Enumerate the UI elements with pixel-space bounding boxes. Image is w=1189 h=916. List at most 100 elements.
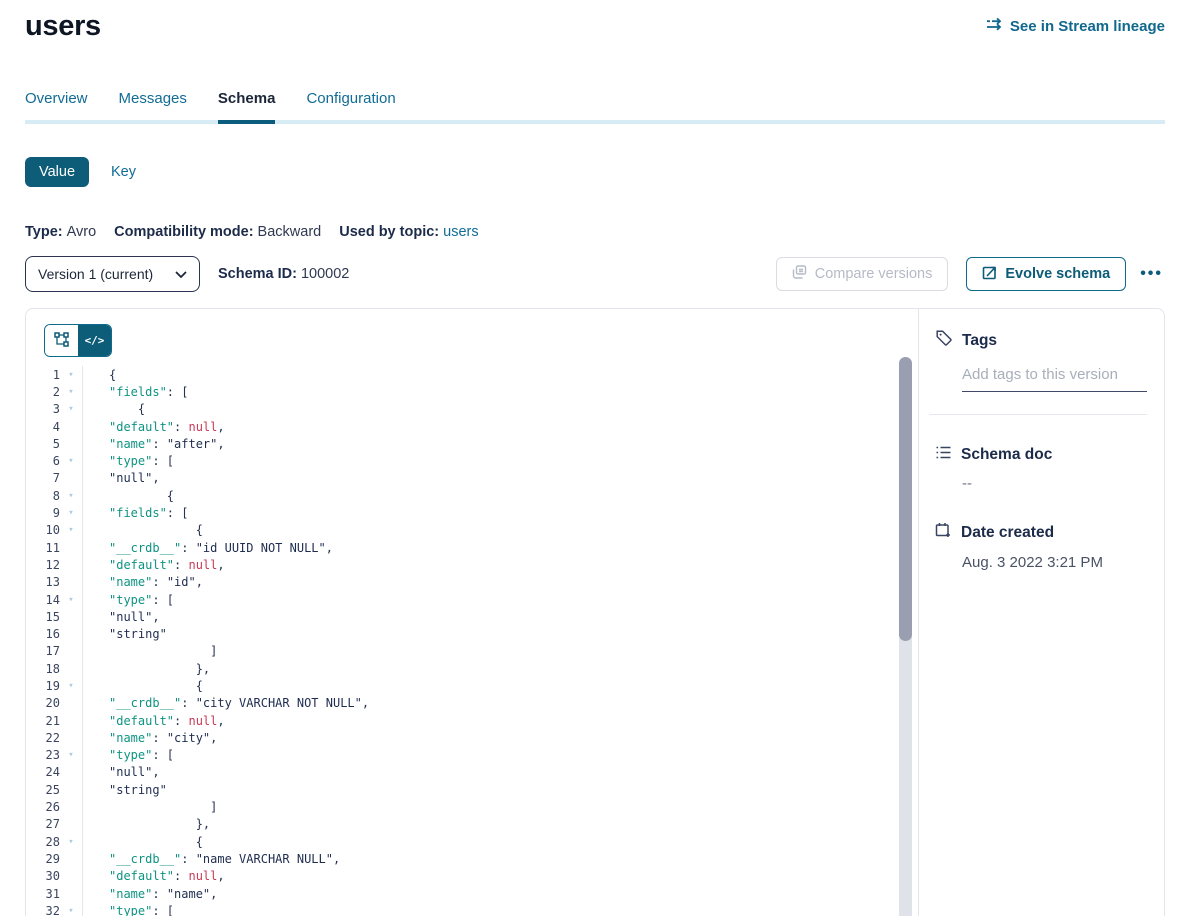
fold-toggle-icon[interactable]: ▾: [60, 387, 82, 397]
code-toolbar: </>: [26, 309, 918, 357]
vertical-scrollbar[interactable]: [899, 357, 912, 916]
doc-list-icon: [935, 445, 952, 465]
fold-toggle-icon[interactable]: ▾: [60, 491, 82, 501]
code-text: "default": null,: [82, 418, 918, 435]
fold-toggle-icon[interactable]: ▾: [60, 681, 82, 691]
tab-messages[interactable]: Messages: [119, 90, 187, 120]
code-text: "null",: [82, 470, 918, 487]
line-number: 23: [26, 748, 60, 762]
more-options-button[interactable]: •••: [1138, 262, 1165, 286]
code-lines: 1▾{2▾ "fields": [3▾ {4 "default": null,5…: [26, 357, 918, 916]
code-text: "fields": [: [82, 383, 918, 400]
code-text: "string": [82, 781, 918, 798]
line-number: 25: [26, 783, 60, 797]
code-line: 31 "name": "name",: [26, 885, 918, 902]
schema-meta-row: Type:Avro Compatibility mode:Backward Us…: [25, 224, 1165, 240]
line-number: 8: [26, 489, 60, 503]
code-text: "__crdb__": "city VARCHAR NOT NULL",: [82, 695, 918, 712]
line-number: 26: [26, 800, 60, 814]
code-text: {: [82, 833, 918, 850]
code-text: {: [82, 677, 918, 694]
version-select[interactable]: Version 1 (current): [25, 256, 200, 292]
code-line: 3▾ {: [26, 401, 918, 418]
code-text: "fields": [: [82, 504, 918, 521]
line-number: 29: [26, 852, 60, 866]
fold-toggle-icon[interactable]: ▾: [60, 370, 82, 380]
line-number: 1: [26, 368, 60, 382]
fold-toggle-icon[interactable]: ▾: [60, 456, 82, 466]
line-number: 3: [26, 402, 60, 416]
scrollbar-thumb[interactable]: [899, 357, 912, 641]
line-number: 7: [26, 471, 60, 485]
line-number: 31: [26, 887, 60, 901]
key-segment-button[interactable]: Key: [111, 164, 136, 180]
line-number: 2: [26, 385, 60, 399]
code-text: },: [82, 816, 918, 833]
code-line: 18 },: [26, 660, 918, 677]
chevron-down-icon: [175, 266, 187, 282]
code-text: ]: [82, 798, 918, 815]
topic-link[interactable]: users: [443, 224, 478, 240]
line-number: 27: [26, 817, 60, 831]
fold-toggle-icon[interactable]: ▾: [60, 404, 82, 414]
fold-toggle-icon[interactable]: ▾: [60, 906, 82, 916]
version-bar: Version 1 (current) Schema ID:100002 Com…: [25, 256, 1165, 292]
schema-type: Type:Avro: [25, 224, 96, 240]
compare-versions-icon: [792, 265, 807, 283]
code-text: "type": [: [82, 452, 918, 469]
line-number: 4: [26, 420, 60, 434]
calendar-plus-icon: [935, 522, 952, 544]
add-tags-input[interactable]: [962, 352, 1147, 392]
fold-toggle-icon[interactable]: ▾: [60, 508, 82, 518]
fold-toggle-icon[interactable]: ▾: [60, 750, 82, 760]
evolve-schema-icon: [982, 265, 997, 284]
schema-doc-value: --: [962, 475, 1147, 492]
tab-schema[interactable]: Schema: [218, 90, 276, 120]
tree-view-button[interactable]: [45, 325, 78, 356]
sidebar-divider: [929, 414, 1147, 415]
tab-overview[interactable]: Overview: [25, 90, 88, 120]
fold-toggle-icon[interactable]: ▾: [60, 525, 82, 535]
line-number: 20: [26, 696, 60, 710]
code-line: 24 "null",: [26, 764, 918, 781]
tree-view-icon: [54, 332, 69, 350]
value-segment-button[interactable]: Value: [25, 157, 89, 187]
code-view-icon: </>: [85, 334, 105, 347]
line-number: 28: [26, 835, 60, 849]
code-line: 16 "string": [26, 625, 918, 642]
code-text: "string": [82, 625, 918, 642]
compare-versions-button[interactable]: Compare versions: [776, 257, 949, 291]
code-line: 19▾ {: [26, 677, 918, 694]
code-text: {: [82, 366, 918, 383]
line-number: 5: [26, 437, 60, 451]
stream-lineage-icon: [986, 17, 1003, 35]
code-line: 25 "string": [26, 781, 918, 798]
see-in-stream-lineage-link[interactable]: See in Stream lineage: [986, 17, 1165, 35]
line-number: 17: [26, 644, 60, 658]
code-line: 10▾ {: [26, 522, 918, 539]
line-number: 21: [26, 714, 60, 728]
value-key-segment: Value Key: [25, 157, 1165, 187]
fold-toggle-icon[interactable]: ▾: [60, 595, 82, 605]
code-text: "__crdb__": "id UUID NOT NULL",: [82, 539, 918, 556]
line-number: 15: [26, 610, 60, 624]
code-line: 17 ]: [26, 643, 918, 660]
line-number: 11: [26, 541, 60, 555]
code-text: "name": "city",: [82, 729, 918, 746]
evolve-schema-button[interactable]: Evolve schema: [966, 257, 1126, 291]
code-view-button[interactable]: </>: [78, 325, 111, 356]
used-by-topic: Used by topic:users: [339, 224, 478, 240]
code-line: 26 ]: [26, 798, 918, 815]
code-line: 8▾ {: [26, 487, 918, 504]
code-line: 5 "name": "after",: [26, 435, 918, 452]
code-text: {: [82, 487, 918, 504]
code-line: 29 "__crdb__": "name VARCHAR NULL",: [26, 850, 918, 867]
tab-configuration[interactable]: Configuration: [306, 90, 395, 120]
code-text: "name": "name",: [82, 885, 918, 902]
line-number: 13: [26, 575, 60, 589]
line-number: 14: [26, 593, 60, 607]
tab-bar: Overview Messages Schema Configuration: [25, 90, 1165, 124]
line-number: 12: [26, 558, 60, 572]
code-line: 4 "default": null,: [26, 418, 918, 435]
fold-toggle-icon[interactable]: ▾: [60, 837, 82, 847]
